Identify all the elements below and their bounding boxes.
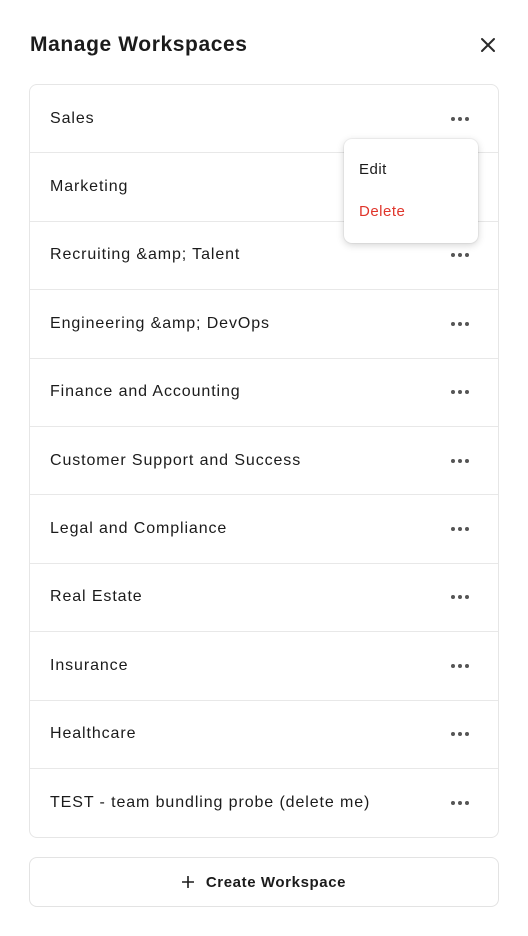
workspace-name: Engineering &amp; DevOps xyxy=(50,314,270,332)
more-options-button[interactable] xyxy=(446,519,474,539)
more-horizontal-icon xyxy=(451,390,469,395)
more-options-button[interactable] xyxy=(446,245,474,265)
workspace-name: TEST - team bundling probe (delete me) xyxy=(50,794,371,812)
manage-workspaces-modal: Manage Workspaces Sales Marketing Recrui… xyxy=(0,0,528,936)
workspace-name: Marketing xyxy=(50,178,129,196)
close-button[interactable] xyxy=(476,33,500,57)
workspace-row[interactable]: Legal and Compliance xyxy=(30,495,498,564)
more-options-button[interactable] xyxy=(446,793,474,813)
workspace-row[interactable]: Healthcare xyxy=(30,701,498,769)
workspace-name: Customer Support and Success xyxy=(50,451,302,469)
more-horizontal-icon xyxy=(451,321,469,326)
more-horizontal-icon xyxy=(451,663,469,668)
workspace-row[interactable]: Insurance xyxy=(30,632,498,701)
workspace-name: Recruiting &amp; Talent xyxy=(50,246,241,264)
workspace-row[interactable]: Finance and Accounting xyxy=(30,359,498,427)
workspace-name: Real Estate xyxy=(50,588,143,606)
more-options-button[interactable] xyxy=(446,109,474,129)
more-options-button[interactable] xyxy=(446,451,474,471)
more-options-button[interactable] xyxy=(446,382,474,402)
more-options-button[interactable] xyxy=(446,587,474,607)
workspace-name: Healthcare xyxy=(50,725,137,743)
more-horizontal-icon xyxy=(451,253,469,258)
workspace-name: Sales xyxy=(50,109,95,127)
workspace-row[interactable]: TEST - team bundling probe (delete me) xyxy=(30,769,498,837)
plus-icon xyxy=(181,876,194,888)
more-horizontal-icon xyxy=(451,458,469,463)
workspace-context-menu: Edit Delete xyxy=(344,139,478,243)
workspace-name: Insurance xyxy=(50,656,129,674)
more-options-button[interactable] xyxy=(446,314,474,334)
modal-title: Manage Workspaces xyxy=(30,33,248,56)
close-icon xyxy=(481,38,495,52)
workspace-row[interactable]: Engineering &amp; DevOps xyxy=(30,290,498,359)
edit-menu-item[interactable]: Edit xyxy=(344,149,478,189)
workspace-name: Legal and Compliance xyxy=(50,520,228,538)
more-options-button[interactable] xyxy=(446,724,474,744)
workspace-row[interactable]: Real Estate xyxy=(30,564,498,633)
create-workspace-button[interactable]: Create Workspace xyxy=(29,857,499,907)
workspace-name: Finance and Accounting xyxy=(50,383,241,401)
more-options-button[interactable] xyxy=(446,656,474,676)
create-workspace-label: Create Workspace xyxy=(205,873,347,891)
more-horizontal-icon xyxy=(451,801,469,806)
workspace-row[interactable]: Customer Support and Success xyxy=(30,427,498,496)
more-horizontal-icon xyxy=(451,732,469,737)
modal-header: Manage Workspaces xyxy=(30,30,500,60)
more-horizontal-icon xyxy=(451,595,469,600)
more-horizontal-icon xyxy=(451,116,469,121)
delete-menu-item[interactable]: Delete xyxy=(344,189,478,233)
more-horizontal-icon xyxy=(451,527,469,532)
